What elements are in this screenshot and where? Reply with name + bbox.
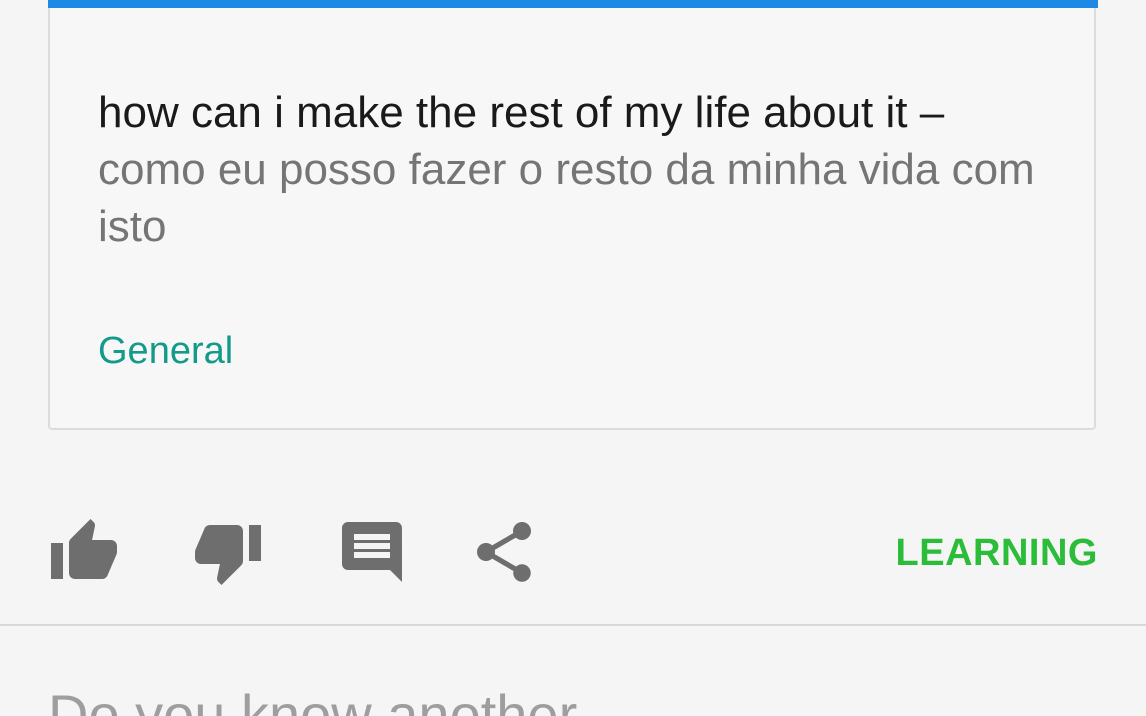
share-icon[interactable] bbox=[468, 516, 540, 588]
thumb-up-icon[interactable] bbox=[48, 516, 120, 588]
comment-icon[interactable] bbox=[336, 516, 408, 588]
phrase-translation: como eu posso fazer o resto da minha vid… bbox=[98, 145, 1035, 251]
screen: how can i make the rest of my life about… bbox=[0, 0, 1146, 716]
thumb-down-icon[interactable] bbox=[192, 516, 264, 588]
phrase-card[interactable]: how can i make the rest of my life about… bbox=[48, 0, 1098, 430]
prompt-heading: Do you know another bbox=[48, 683, 578, 716]
action-bar: LEARNING bbox=[48, 516, 1098, 588]
phrase-category[interactable]: General bbox=[98, 330, 233, 373]
phrase-text: how can i make the rest of my life about… bbox=[98, 84, 1058, 255]
learning-status-label[interactable]: LEARNING bbox=[896, 532, 1098, 575]
divider bbox=[0, 624, 1146, 626]
phrase-sentence: how can i make the rest of my life about… bbox=[98, 88, 945, 137]
card-accent-bar bbox=[48, 0, 1098, 8]
